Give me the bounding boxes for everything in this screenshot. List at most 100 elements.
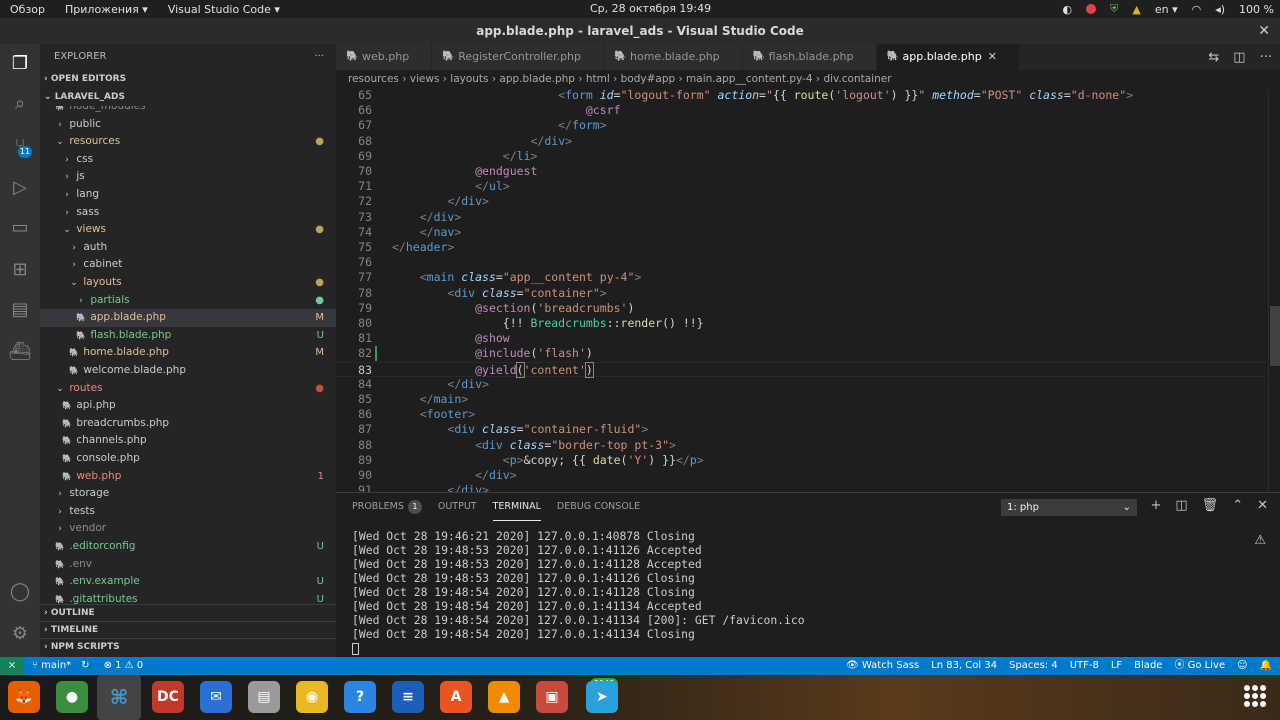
vlc-icon[interactable]: ▲: [488, 681, 520, 713]
record-icon[interactable]: [1086, 4, 1097, 14]
extensions-icon[interactable]: ⊞: [8, 258, 32, 282]
close-panel-icon[interactable]: ✕: [1257, 498, 1268, 513]
warning-tray-icon[interactable]: ▲: [1132, 3, 1140, 16]
tree-item[interactable]: 🐘 channels.php: [40, 432, 336, 450]
watch-sass-button[interactable]: 👁 Watch Sass: [846, 657, 919, 675]
panel-tab[interactable]: OUTPUT: [438, 493, 477, 521]
editor-tab[interactable]: 🐘 web.php: [336, 44, 433, 70]
settings-gear-icon[interactable]: ⚙: [8, 622, 32, 646]
tree-item[interactable]: 🐘 app.blade.php M: [40, 309, 336, 327]
battery-indicator[interactable]: 100 %: [1239, 3, 1274, 16]
terminal-select[interactable]: 1: php ⌄: [1001, 499, 1137, 516]
software-icon[interactable]: A: [440, 681, 472, 713]
problems-indicator[interactable]: ⊗ 1 ⚠ 0: [90, 657, 144, 675]
go-live-button[interactable]: ⦿ Go Live: [1174, 657, 1225, 675]
editor-tab[interactable]: 🐘 flash.blade.php: [742, 44, 877, 70]
tree-item[interactable]: 🐘 home.blade.php M: [40, 344, 336, 362]
new-terminal-icon[interactable]: +: [1150, 498, 1161, 513]
firefox-icon[interactable]: 🦊: [8, 681, 40, 713]
window-close-icon[interactable]: ✕: [1258, 18, 1270, 44]
dbeaver-icon[interactable]: DC: [152, 681, 184, 713]
feedback-icon[interactable]: ☺: [1237, 657, 1247, 675]
code-editor[interactable]: 65 <form id="logout-form" action="{{ rou…: [336, 88, 1280, 492]
tree-item[interactable]: › sass: [40, 204, 336, 222]
tree-item[interactable]: 🐘 web.php 1: [40, 468, 336, 486]
sync-icon[interactable]: ↻: [71, 657, 89, 675]
search-icon[interactable]: ⌕: [8, 92, 32, 116]
editor-scrollbar[interactable]: [1268, 90, 1280, 492]
end-of-line[interactable]: LF: [1111, 657, 1122, 675]
timeline-section[interactable]: › TIMELINE: [40, 621, 336, 638]
wifi-icon[interactable]: ◠: [1192, 3, 1202, 16]
npm-scripts-section[interactable]: › NPM SCRIPTS: [40, 638, 336, 655]
tree-item[interactable]: ⌄ layouts ●: [40, 274, 336, 292]
close-tab-icon[interactable]: ✕: [988, 50, 997, 63]
account-icon[interactable]: ◯: [8, 580, 32, 604]
explorer-more-icon[interactable]: ···: [314, 44, 324, 70]
clock[interactable]: Ср, 28 октября 19:49: [590, 2, 711, 15]
applications-menu[interactable]: Приложения ▾: [55, 3, 158, 16]
language-switcher[interactable]: en ▾: [1155, 3, 1178, 16]
docker-icon[interactable]: ⛴: [8, 340, 32, 364]
tree-item[interactable]: › auth: [40, 239, 336, 257]
notifications-bell-icon[interactable]: 🔔: [1260, 657, 1272, 675]
tree-item[interactable]: › storage: [40, 485, 336, 503]
current-app-menu[interactable]: Visual Studio Code ▾: [158, 3, 290, 16]
maximize-panel-icon[interactable]: ⌃: [1232, 498, 1243, 513]
panel-tab[interactable]: TERMINAL: [492, 493, 541, 521]
tree-item[interactable]: 🐘 flash.blade.php U: [40, 327, 336, 345]
thunderbird-icon[interactable]: ✉: [200, 681, 232, 713]
tree-item[interactable]: › lang: [40, 186, 336, 204]
scrollbar-thumb[interactable]: [1270, 306, 1280, 366]
panel-tab[interactable]: PROBLEMS 1: [352, 493, 422, 521]
tree-item[interactable]: ⌄ views ●: [40, 221, 336, 239]
tree-item[interactable]: › cabinet: [40, 256, 336, 274]
run-debug-icon[interactable]: ▷: [8, 176, 32, 200]
open-editors-section[interactable]: › OPEN EDITORS: [40, 70, 336, 88]
remote-indicator[interactable]: ⨯: [0, 657, 24, 675]
tree-item[interactable]: 🐘 api.php: [40, 397, 336, 415]
open-changes-icon[interactable]: ⇆: [1208, 50, 1219, 65]
volume-icon[interactable]: ◂): [1215, 3, 1225, 16]
vscode-icon[interactable]: ⌘: [97, 675, 141, 720]
breadcrumb[interactable]: resources › views › layouts › app.blade.…: [336, 70, 1280, 88]
tree-item[interactable]: 🐘 .env.example U: [40, 573, 336, 591]
tree-item[interactable]: 🐘 breadcrumbs.php: [40, 415, 336, 433]
editor-tab[interactable]: 🐘 RegisterController.php: [432, 44, 605, 70]
tray-app-icon[interactable]: ◐: [1063, 3, 1073, 16]
tree-item[interactable]: › tests: [40, 503, 336, 521]
outline-section[interactable]: › OUTLINE: [40, 604, 336, 621]
chrome-icon[interactable]: ●: [56, 681, 88, 713]
tree-item[interactable]: 🐘 welcome.blade.php: [40, 362, 336, 380]
tree-item[interactable]: › css: [40, 151, 336, 169]
remote-explorer-icon[interactable]: ▭: [8, 216, 32, 240]
indentation[interactable]: Spaces: 4: [1009, 657, 1058, 675]
writer-icon[interactable]: ≡: [392, 681, 424, 713]
terminal-warning-icon[interactable]: ⚠: [1254, 533, 1266, 548]
tree-item[interactable]: › vendor: [40, 520, 336, 538]
cursor-position[interactable]: Ln 83, Col 34: [931, 657, 997, 675]
rhythmbox-icon[interactable]: ◉: [296, 681, 328, 713]
git-branch[interactable]: ⑂ main*: [24, 657, 71, 675]
folder-icon[interactable]: ▤: [8, 298, 32, 322]
terminal-output[interactable]: [Wed Oct 28 19:46:21 2020] 127.0.0.1:408…: [352, 529, 805, 655]
encoding[interactable]: UTF-8: [1070, 657, 1099, 675]
tree-item[interactable]: ⌄ routes ●: [40, 380, 336, 398]
screenshot-icon[interactable]: ▣: [536, 681, 568, 713]
show-applications-icon[interactable]: [1244, 685, 1266, 707]
telegram-icon[interactable]: ➤: [586, 681, 618, 713]
tree-item[interactable]: 🐘 .env: [40, 556, 336, 574]
tree-item[interactable]: 🐘 .editorconfig U: [40, 538, 336, 556]
shield-icon[interactable]: ⛨: [1110, 2, 1118, 16]
kill-terminal-icon[interactable]: 🗑: [1202, 498, 1219, 513]
files-icon[interactable]: ▤: [248, 681, 280, 713]
panel-tab[interactable]: DEBUG CONSOLE: [557, 493, 640, 521]
help-icon[interactable]: ?: [344, 681, 376, 713]
language-mode[interactable]: Blade: [1134, 657, 1162, 675]
more-actions-icon[interactable]: ···: [1260, 50, 1272, 65]
editor-tab[interactable]: 🐘 home.blade.php: [604, 44, 743, 70]
split-terminal-icon[interactable]: ◫: [1175, 498, 1187, 513]
activities-button[interactable]: Обзор: [0, 3, 55, 16]
project-section[interactable]: ⌄ LARAVEL_ADS: [40, 88, 336, 106]
terminal-prompt[interactable]: [352, 641, 805, 655]
